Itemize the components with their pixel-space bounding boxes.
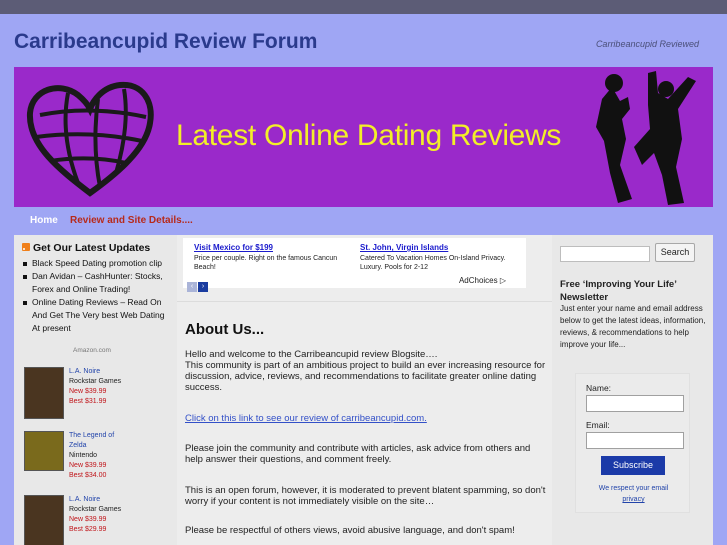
product-cover-image[interactable] — [24, 431, 64, 471]
ad-text: Catered To Vacation Homes On-Island Priv… — [360, 255, 506, 271]
updates-list: Black Speed Dating promotion clip Dan Av… — [22, 257, 172, 335]
ad-next-button[interactable]: › — [198, 282, 208, 292]
product-cover-image[interactable] — [24, 367, 64, 419]
respect-paragraph: Please be respectful of others views, av… — [185, 525, 515, 536]
subscribe-button[interactable]: Subscribe — [601, 456, 665, 475]
rss-icon[interactable] — [22, 243, 30, 251]
ad-nav: ‹ › — [187, 275, 209, 293]
product-maker: Rockstar Games — [69, 506, 122, 513]
top-bar — [0, 0, 727, 14]
product-title[interactable]: L.A. Noire — [69, 367, 121, 377]
intro-line: Hello and welcome to the Carribeancupid … — [185, 349, 438, 360]
ad-link[interactable]: St. John, Virgin Islands — [360, 243, 520, 252]
amazon-label: Amazon.com — [73, 347, 111, 354]
adchoices-link[interactable]: AdChoices ▷ — [459, 276, 506, 285]
product-item: L.A. Noire Rockstar Games New $39.99 Bes… — [24, 495, 164, 545]
email-label: Email: — [586, 420, 610, 430]
site-title[interactable]: Carribeancupid Review Forum — [14, 30, 317, 54]
divider — [177, 301, 552, 302]
product-new-price: New $39.99 — [69, 516, 107, 523]
open-forum-paragraph: This is an open forum, however, it is mo… — [185, 485, 546, 507]
left-sidebar: Get Our Latest Updates Black Speed Datin… — [14, 235, 170, 545]
content-area: Get Our Latest Updates Black Speed Datin… — [14, 235, 713, 545]
ad-prev-button[interactable]: ‹ — [187, 282, 197, 292]
review-link[interactable]: Click on this link to see our review of … — [185, 413, 427, 424]
product-maker: Rockstar Games — [69, 378, 122, 385]
privacy-note-text: We respect your email — [598, 485, 669, 492]
header-banner: Latest Online Dating Reviews — [14, 67, 713, 207]
product-item: L.A. Noire Rockstar Games New $39.99 Bes… — [24, 367, 164, 422]
ad-unit: Visit Mexico for $199 Price per couple. … — [183, 238, 526, 292]
update-link[interactable]: Online Dating Reviews – Read On And Get … — [22, 296, 172, 335]
privacy-link[interactable]: privacy — [576, 494, 691, 505]
review-link-paragraph: Click on this link to see our review of … — [185, 413, 547, 424]
privacy-note: We respect your email privacy — [576, 483, 691, 505]
product-best-price: Best $34.00 — [69, 472, 107, 479]
newsletter-title: Free ‘Improving Your Life’ Newsletter — [560, 279, 677, 303]
product-cover-image[interactable] — [24, 495, 64, 545]
main-column: Visit Mexico for $199 Price per couple. … — [177, 235, 552, 545]
nav-review-details[interactable]: Review and Site Details.... — [70, 215, 193, 226]
product-title[interactable]: The Legend of Zelda — [69, 431, 129, 451]
search-input[interactable] — [560, 246, 650, 262]
update-link[interactable]: Dan Avidan – CashHunter: Stocks, Forex a… — [22, 270, 172, 296]
heart-globe-icon — [26, 81, 154, 197]
email-field[interactable] — [586, 432, 684, 449]
name-field[interactable] — [586, 395, 684, 412]
intro-text: This community is part of an ambitious p… — [185, 360, 546, 393]
ad-text: Price per couple. Right on the famous Ca… — [194, 255, 338, 271]
newsletter-text: Just enter your name and email address b… — [560, 304, 706, 349]
page-title: About Us... — [185, 321, 265, 338]
subscribe-form: Name: Email: Subscribe We respect your e… — [575, 373, 690, 513]
ad-item: St. John, Virgin Islands Catered To Vaca… — [360, 243, 520, 272]
product-maker: Nintendo — [69, 452, 98, 459]
update-link[interactable]: Black Speed Dating promotion clip — [22, 257, 172, 270]
product-item: The Legend of Zelda Nintendo New $39.99 … — [24, 431, 164, 486]
product-best-price: Best $31.99 — [69, 398, 107, 405]
search-button[interactable]: Search — [655, 243, 695, 262]
ad-item: Visit Mexico for $199 Price per couple. … — [194, 243, 354, 272]
product-best-price: Best $29.99 — [69, 526, 107, 533]
name-label: Name: — [586, 383, 612, 393]
join-paragraph: Please join the community and contribute… — [185, 443, 531, 465]
right-sidebar: Search Free ‘Improving Your Life’ Newsle… — [554, 235, 713, 545]
nav-home[interactable]: Home — [30, 215, 58, 226]
intro-paragraph: Hello and welcome to the Carribeancupid … — [185, 349, 547, 393]
product-title[interactable]: L.A. Noire — [69, 495, 121, 505]
banner-headline: Latest Online Dating Reviews — [176, 119, 562, 152]
product-new-price: New $39.99 — [69, 388, 107, 395]
ad-link[interactable]: Visit Mexico for $199 — [194, 243, 354, 252]
dancing-couple-icon — [596, 71, 696, 205]
updates-title-text: Get Our Latest Updates — [33, 242, 151, 254]
main-nav: Home Review and Site Details.... — [14, 210, 713, 233]
site-tagline: Carribeancupid Reviewed — [595, 39, 699, 49]
product-new-price: New $39.99 — [69, 462, 107, 469]
updates-heading: Get Our Latest Updates — [22, 242, 150, 254]
